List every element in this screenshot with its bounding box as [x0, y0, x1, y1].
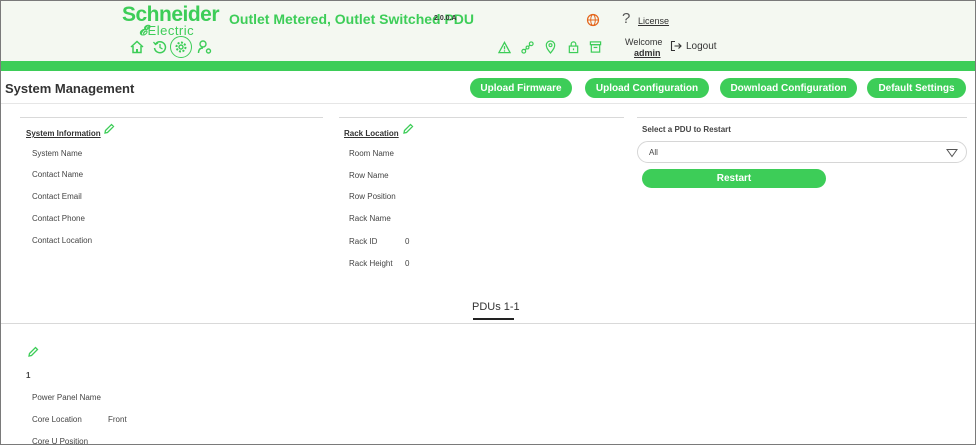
tab-divider: [1, 323, 975, 324]
contact-email-label: Contact Email: [32, 192, 82, 201]
pdu-index: 1: [26, 371, 31, 380]
edit-pdu-icon[interactable]: [27, 346, 39, 358]
home-icon[interactable]: [129, 39, 145, 55]
page-title: System Management: [5, 81, 135, 96]
edit-rack-location-icon[interactable]: [402, 123, 414, 135]
rack-height-value: 0: [405, 259, 410, 268]
download-configuration-button[interactable]: Download Configuration: [720, 78, 857, 98]
location-icon[interactable]: [544, 40, 557, 54]
accent-bar: [1, 61, 975, 71]
rack-height-label: Rack Height: [349, 259, 393, 268]
chevron-down-icon: [946, 149, 958, 158]
logout-icon: [670, 40, 682, 52]
default-settings-button[interactable]: Default Settings: [867, 78, 966, 98]
power-panel-name-label: Power Panel Name: [32, 393, 101, 402]
brand-top: Schneider: [122, 3, 220, 26]
core-u-position-label: Core U Position: [32, 437, 89, 445]
contact-location-label: Contact Location: [32, 236, 93, 245]
brand-logo[interactable]: Schneider 𝓔Electric: [122, 3, 220, 38]
contact-name-label: Contact Name: [32, 170, 84, 179]
history-icon[interactable]: [152, 39, 168, 55]
rack-name-label: Rack Name: [349, 214, 391, 223]
logout-button[interactable]: Logout: [670, 40, 717, 52]
rack-location-divider: [339, 117, 624, 118]
active-tab-indicator: [473, 318, 514, 320]
upload-firmware-button[interactable]: Upload Firmware: [470, 78, 572, 98]
archive-icon[interactable]: [589, 40, 602, 54]
upload-configuration-button[interactable]: Upload Configuration: [585, 78, 709, 98]
row-position-label: Row Position: [349, 192, 396, 201]
room-name-label: Room Name: [349, 149, 394, 158]
restart-select-label: Select a PDU to Restart: [642, 125, 731, 134]
system-name-label: System Name: [32, 149, 83, 158]
brand-mark-icon: 𝓔: [139, 22, 148, 38]
core-location-label: Core Location: [32, 415, 82, 424]
network-icon[interactable]: [521, 41, 534, 54]
pdu-restart-select-value: All: [649, 148, 658, 157]
rack-id-value: 0: [405, 237, 410, 246]
language-globe-icon[interactable]: [586, 13, 600, 27]
version-label: 2.0.0.A: [434, 15, 457, 22]
edit-system-information-icon[interactable]: [103, 123, 115, 135]
tab-pdus[interactable]: PDUs 1-1: [472, 301, 520, 313]
help-icon[interactable]: ?: [622, 10, 630, 27]
restart-divider: [637, 117, 967, 118]
user-name-link[interactable]: admin: [634, 48, 661, 58]
brand-bottom-text: Electric: [147, 23, 195, 38]
lock-icon[interactable]: [567, 40, 580, 54]
rack-location-heading: Rack Location: [344, 129, 399, 138]
pdu-restart-select[interactable]: All: [637, 141, 967, 163]
app-frame: Schneider 𝓔Electric Outlet Metered, Outl…: [0, 0, 976, 445]
row-name-label: Row Name: [349, 171, 389, 180]
header: Schneider 𝓔Electric Outlet Metered, Outl…: [1, 1, 975, 61]
alarm-icon[interactable]: [498, 41, 511, 54]
rack-id-label: Rack ID: [349, 237, 378, 246]
welcome-label: Welcome: [625, 37, 663, 47]
contact-phone-label: Contact Phone: [32, 214, 85, 223]
user-settings-icon[interactable]: [197, 39, 213, 55]
system-information-heading: System Information: [26, 129, 101, 138]
toolbar-divider: [1, 103, 975, 104]
license-link[interactable]: License: [638, 16, 669, 26]
system-info-divider: [20, 117, 323, 118]
brand-bottom: 𝓔Electric: [139, 23, 194, 38]
restart-button[interactable]: Restart: [642, 169, 826, 188]
core-location-value: Front: [108, 415, 127, 424]
settings-icon[interactable]: [173, 39, 189, 55]
logout-label: Logout: [686, 40, 717, 52]
